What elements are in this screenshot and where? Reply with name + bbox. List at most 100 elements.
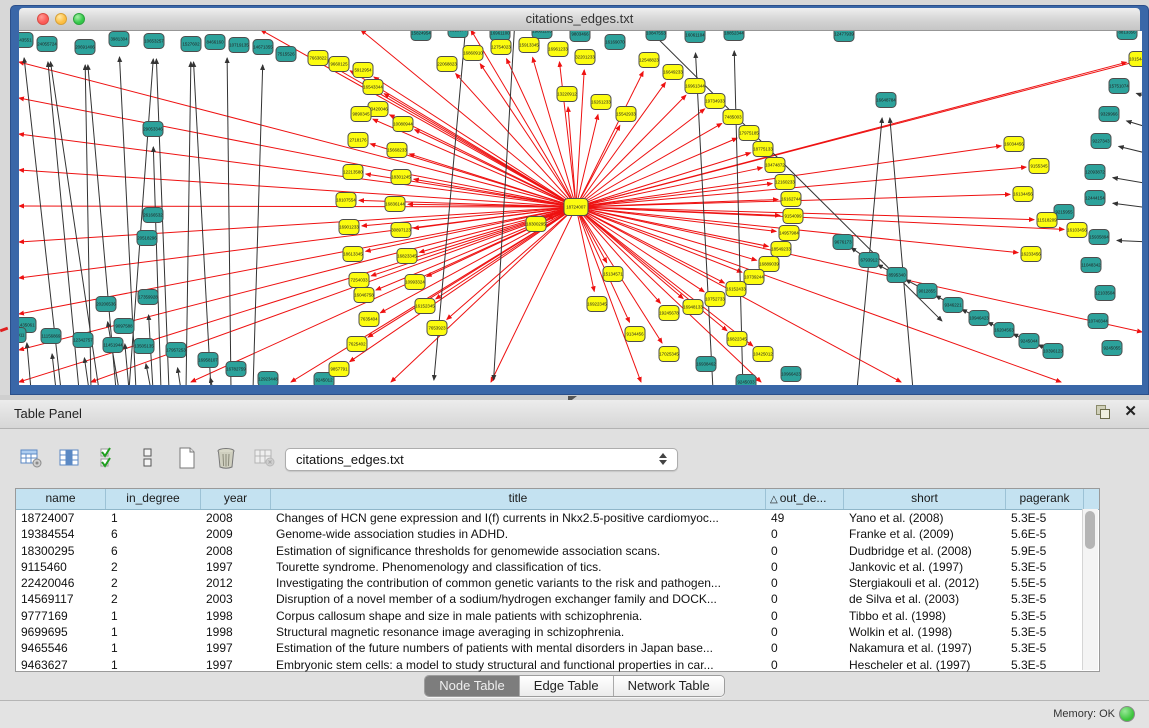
node-label: 9245012: [315, 378, 333, 383]
table-cell: 1: [106, 640, 201, 656]
node-label: 9245044: [1020, 339, 1038, 344]
node-label: 16922345: [587, 302, 607, 307]
vertical-scrollbar[interactable]: [1082, 509, 1098, 670]
table-row[interactable]: 946554611997Estimation of the future num…: [16, 640, 1099, 656]
show-columns-button[interactable]: [57, 445, 83, 471]
column-header-out_de[interactable]: △out_de...: [766, 489, 844, 509]
table-row[interactable]: 946362711997Embryonic stem cells: a mode…: [16, 657, 1099, 673]
table-cell: 2: [106, 575, 201, 591]
float-panel-icon[interactable]: [1096, 405, 1110, 419]
node-label: 24055724: [37, 42, 57, 47]
table-row[interactable]: 1456911722003Disruption of a novel membe…: [16, 591, 1099, 607]
node-label: 11048342: [1081, 263, 1101, 268]
column-header-pagerank[interactable]: pagerank: [1006, 489, 1084, 509]
table-cell: 9465546: [16, 640, 106, 656]
node-label: 15134571: [603, 272, 623, 277]
window-titlebar[interactable]: citations_edges.txt: [19, 8, 1140, 31]
node-label: 15935894: [1089, 235, 1109, 240]
table-cell: 0: [766, 608, 844, 624]
node-label: 12160233: [775, 180, 795, 185]
table-row[interactable]: 1830029562008Estimation of significance …: [16, 543, 1099, 559]
node-label: 14671355: [253, 45, 273, 50]
node-label: 13220912: [557, 92, 577, 97]
node-label: 9097588: [115, 324, 133, 329]
node-label: 9154099: [784, 214, 802, 219]
scrollbar-thumb[interactable]: [1085, 511, 1095, 549]
node-label: 10154408: [1129, 57, 1142, 62]
table-cell: Franke et al. (2009): [844, 526, 1006, 542]
node-label: 7485003: [724, 115, 742, 120]
node-label: 16648784: [876, 98, 896, 103]
table-cell: 9777169: [16, 608, 106, 624]
table-row[interactable]: 977716911998Corpus callosum shape and si…: [16, 608, 1099, 624]
network-canvas[interactable]: 9643551240557242069140639813041065325715…: [19, 31, 1142, 385]
node-label: 9012855: [918, 289, 936, 294]
node-label: 18775133: [753, 147, 773, 152]
node-label: 7635404: [360, 317, 378, 322]
table-cell: 2009: [201, 526, 271, 542]
table-cell: 0: [766, 575, 844, 591]
node-label: 11156869: [42, 334, 61, 339]
table-row[interactable]: 1872400712008Changes of HCN gene express…: [16, 510, 1099, 526]
node-label: 9346221: [944, 303, 962, 308]
node-label: 19734933: [705, 99, 725, 104]
node-label: 18300295: [526, 222, 546, 227]
column-header-title[interactable]: title: [271, 489, 766, 509]
table-cell: 2: [106, 591, 201, 607]
table-cell: 1997: [201, 657, 271, 673]
node-label: 12477939: [834, 32, 854, 37]
column-header-in_degree[interactable]: in_degree: [106, 489, 201, 509]
import-table-button-disabled: [252, 445, 278, 471]
node-label: 15824954: [411, 31, 431, 36]
close-panel-icon[interactable]: ✕: [1124, 405, 1137, 419]
table-cell: 0: [766, 657, 844, 673]
column-header-name[interactable]: name: [16, 489, 106, 509]
node-label: 9134456: [626, 332, 644, 337]
node-label: 10740344: [1088, 319, 1108, 324]
table-row[interactable]: 911546021997Tourette syndrome. Phenomeno…: [16, 559, 1099, 575]
dropdown-stepper-icon: [659, 453, 667, 465]
delete-table-button[interactable]: [213, 445, 239, 471]
table-cell: Estimation of significance thresholds fo…: [271, 543, 766, 559]
table-row[interactable]: 969969511998Structural magnetic resonanc…: [16, 624, 1099, 640]
node-label: 7625402: [348, 342, 366, 347]
citation-network-graph[interactable]: 9643551240557242069140639813041065325715…: [19, 31, 1142, 385]
node-label: 9215955: [1055, 210, 1073, 215]
table-cell: 5.3E-5: [1006, 657, 1084, 673]
table-panel: Table Panel ✕ f(x) citations_edges.t: [0, 400, 1149, 727]
new-table-button[interactable]: [174, 445, 200, 471]
table-cell: 5.3E-5: [1006, 510, 1084, 526]
node-label: 26166532: [143, 213, 163, 218]
node-label: 7663822: [309, 56, 327, 61]
node-label: 16836144: [385, 202, 405, 207]
node-label: 18301245: [391, 175, 411, 180]
table-cell: 2: [106, 559, 201, 575]
row-height-button[interactable]: [135, 445, 161, 471]
table-options-button[interactable]: [18, 445, 44, 471]
column-header-short[interactable]: short: [844, 489, 1006, 509]
table-cell: Wolkin et al. (1998): [844, 624, 1006, 640]
node-label: 3915911: [19, 333, 25, 338]
memory-status-indicator[interactable]: [1119, 706, 1135, 722]
table-cell: 18300295: [16, 543, 106, 559]
column-header-year[interactable]: year: [201, 489, 271, 509]
table-cell: 5.6E-5: [1006, 526, 1084, 542]
table-row[interactable]: 1938455462009Genome-wide association stu…: [16, 526, 1099, 542]
table-cell: 18724007: [16, 510, 106, 526]
tab-edge-table[interactable]: Edge Table: [520, 676, 614, 696]
table-cell: 1997: [201, 640, 271, 656]
node-label: 16204563: [994, 328, 1014, 333]
table-chooser-dropdown[interactable]: citations_edges.txt: [285, 448, 678, 471]
select-all-rows-button[interactable]: [96, 445, 122, 471]
sort-ascending-icon: △: [770, 494, 778, 505]
node-label: 9245055: [1103, 346, 1121, 351]
tab-node-table[interactable]: Node Table: [425, 676, 520, 696]
status-bar: Memory: OK: [0, 700, 1149, 728]
table-row[interactable]: 2242004622012Investigating the contribut…: [16, 575, 1099, 591]
node-label: 16061104: [685, 33, 705, 38]
table-cell: Stergiakouli et al. (2012): [844, 575, 1006, 591]
node-label: 8313074: [449, 31, 467, 33]
tab-network-table[interactable]: Network Table: [614, 676, 724, 696]
node-label: 12444154: [1085, 196, 1105, 201]
node-label: 6793912: [860, 258, 878, 263]
